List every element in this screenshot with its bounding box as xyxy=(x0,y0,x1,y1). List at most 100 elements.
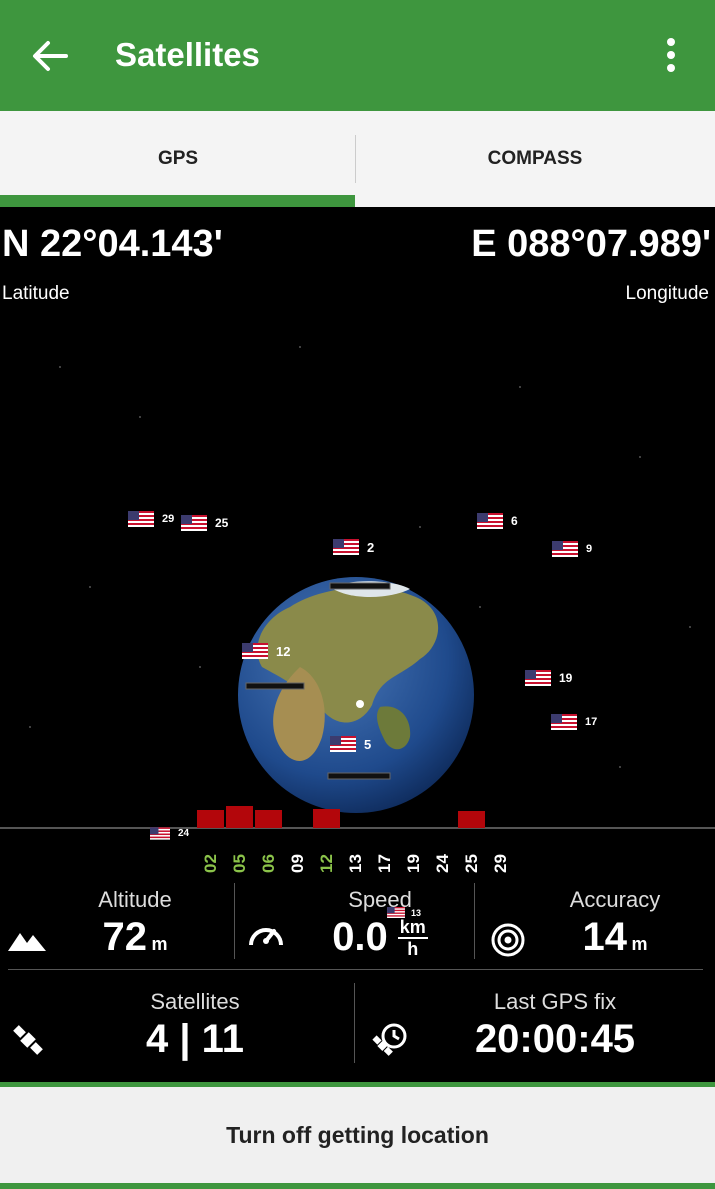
target-icon xyxy=(491,923,525,957)
tab-gps[interactable]: GPS xyxy=(0,111,356,207)
prn-label-text: 13 xyxy=(346,854,365,873)
longitude-label: Longitude xyxy=(625,283,709,304)
us-flag-icon xyxy=(477,513,503,529)
speed-unit: km h xyxy=(397,916,428,959)
us-flag-icon xyxy=(551,714,577,730)
prn-label: 02 xyxy=(201,847,221,877)
satellite-marker: 17 xyxy=(551,714,597,730)
speed-stat: Speed 0.0 km h xyxy=(300,887,460,960)
arrow-left-icon[interactable] xyxy=(30,36,70,76)
satellite-prn: 12 xyxy=(276,643,291,659)
last-fix-stat: Last GPS fix 20:00:45 xyxy=(440,989,670,1062)
prn-label: 06 xyxy=(259,847,279,877)
satellite-icon xyxy=(13,1025,43,1055)
prn-label: 09 xyxy=(288,847,308,877)
satellite-marker: 19 xyxy=(525,670,572,686)
prn-label: 25 xyxy=(462,847,482,877)
altitude-value: 72 xyxy=(102,915,148,959)
tab-divider xyxy=(355,135,356,183)
satellite-prn: 17 xyxy=(585,716,598,728)
us-flag-icon xyxy=(242,643,268,659)
satellites-value: 4 | 11 xyxy=(146,1017,244,1061)
altitude-stat: Altitude 72 m xyxy=(60,887,210,960)
satellite-sky-view: N 22°04.143' Latitude E 088°07.989' Long… xyxy=(0,207,715,1082)
satellite-prn: 9 xyxy=(586,543,593,555)
prn-label-text: 05 xyxy=(230,854,249,873)
satellite-prn: 25 xyxy=(215,516,229,530)
satellites-stat: Satellites 4 | 11 xyxy=(90,989,300,1062)
prn-label-text: 06 xyxy=(259,854,278,873)
speed-label: Speed xyxy=(348,887,412,912)
satellite-marker: 25 xyxy=(181,515,228,531)
satellite-marker: 29 xyxy=(128,511,174,527)
last-fix-label: Last GPS fix xyxy=(493,989,617,1014)
satellite-marker: 2 xyxy=(333,539,374,555)
turn-off-location-button[interactable]: Turn off getting location xyxy=(0,1087,715,1183)
tab-indicator xyxy=(0,195,355,207)
us-flag-icon xyxy=(330,736,356,752)
altitude-unit: m xyxy=(151,934,168,954)
signal-bar xyxy=(313,809,340,828)
satellite-prn: 29 xyxy=(162,513,175,525)
prn-label: 05 xyxy=(230,847,250,877)
stat-divider xyxy=(234,883,235,959)
latitude-label: Latitude xyxy=(2,283,70,304)
us-flag-icon xyxy=(128,511,154,527)
satellite-marker: 5 xyxy=(330,736,371,752)
bottom-accent-line xyxy=(0,1183,715,1189)
prn-label: 24 xyxy=(433,847,453,877)
prn-label: 12 xyxy=(317,847,337,877)
prn-label-text: 25 xyxy=(462,854,481,873)
satellite-prn: 2 xyxy=(367,539,375,555)
tab-compass[interactable]: COMPASS xyxy=(357,111,713,207)
us-flag-icon xyxy=(150,827,170,840)
stat-divider xyxy=(474,883,475,959)
us-flag-icon xyxy=(333,539,359,555)
signal-bar xyxy=(458,811,485,828)
accuracy-stat: Accuracy 14 m xyxy=(540,887,690,960)
page-title: Satellites xyxy=(115,36,260,73)
altitude-label: Altitude xyxy=(98,887,172,912)
speed-unit-top: km xyxy=(397,916,428,939)
signal-bar xyxy=(255,810,282,828)
mountain-icon xyxy=(8,933,46,951)
satellite-marker: 24 xyxy=(150,827,189,840)
us-flag-icon xyxy=(552,541,578,557)
satellite-clock-icon xyxy=(372,1023,407,1056)
accuracy-unit: m xyxy=(631,934,648,954)
prn-label-text: 12 xyxy=(317,854,336,873)
stats-divider xyxy=(8,969,703,970)
prn-label: 29 xyxy=(491,847,511,877)
accuracy-label: Accuracy xyxy=(569,887,661,912)
prn-label-text: 02 xyxy=(201,854,220,873)
us-flag-icon xyxy=(525,670,551,686)
bottom-action-bar: Turn off getting location xyxy=(0,1082,715,1189)
speed-value: 0.0 xyxy=(332,915,388,959)
us-flag-icon xyxy=(181,515,207,531)
satellite-marker: 12 xyxy=(242,643,290,659)
satellite-prn: 24 xyxy=(178,828,190,839)
satellite-prn: 19 xyxy=(559,671,573,685)
signal-bar xyxy=(197,810,224,828)
longitude-value: E 088°07.989' xyxy=(471,223,711,265)
tab-bar: GPS COMPASS xyxy=(0,111,715,207)
satellites-label: Satellites xyxy=(150,989,240,1014)
prn-label-text: 19 xyxy=(404,854,423,873)
app-bar: Satellites xyxy=(0,0,715,111)
satellite-prn: 6 xyxy=(511,514,518,528)
satellite-marker: 6 xyxy=(477,513,518,529)
last-fix-value: 20:00:45 xyxy=(474,1017,636,1061)
satellite-prn: 5 xyxy=(364,736,372,752)
signal-bar xyxy=(226,806,253,828)
prn-label: 19 xyxy=(404,847,424,877)
prn-label-text: 29 xyxy=(491,854,510,873)
prn-label-text: 09 xyxy=(288,854,307,873)
more-vert-icon[interactable] xyxy=(656,36,686,76)
prn-label: 17 xyxy=(375,847,395,877)
accuracy-value: 14 xyxy=(582,915,628,959)
speed-unit-bottom: h xyxy=(407,938,419,959)
speedometer-icon xyxy=(249,928,283,946)
prn-label: 13 xyxy=(346,847,366,877)
prn-label-text: 17 xyxy=(375,854,394,873)
latitude-value: N 22°04.143' xyxy=(2,223,223,265)
